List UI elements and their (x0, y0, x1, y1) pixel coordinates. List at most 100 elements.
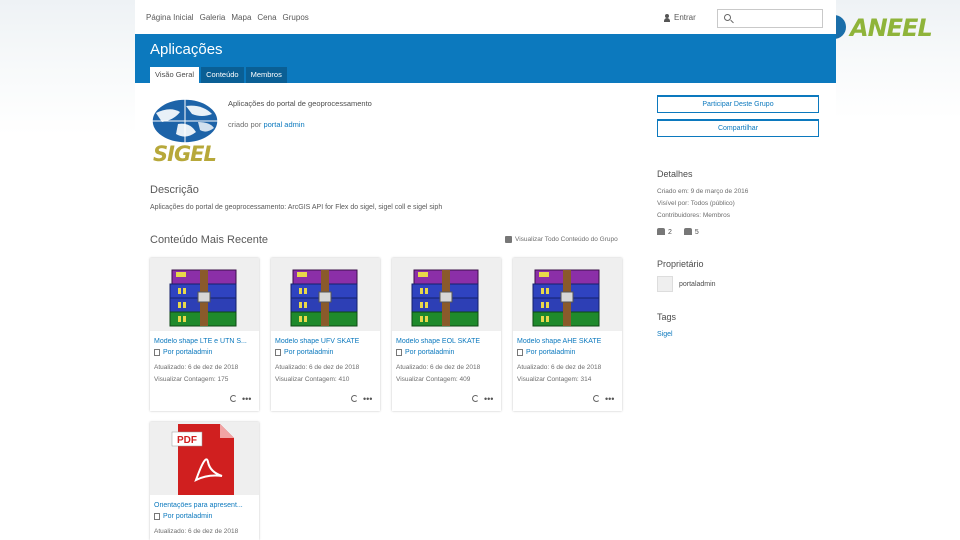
items-icon (683, 228, 692, 235)
card-actions: ••• (593, 394, 614, 403)
card-updated: Atualizado: 6 de dez de 2018 (275, 364, 360, 371)
top-navigation: Página Inicial Galeria Mapa Cena Grupos … (135, 8, 836, 30)
card-owner: Por portaladmin (517, 349, 575, 356)
members-count: 2 (657, 228, 672, 236)
group-title: Aplicações do portal de geoprocessamento (228, 99, 372, 108)
created-prefix: criado por (228, 120, 262, 129)
card-title[interactable]: Modelo shape EOL SKATE (396, 338, 498, 345)
card-actions: ••• (472, 394, 493, 403)
card-views: Visualizar Contagem: 410 (275, 376, 350, 383)
nav-link-home[interactable]: Página Inicial (146, 13, 194, 22)
contributors: Contribuidores: Membros (657, 212, 730, 219)
created-by: criado por portal admin (228, 120, 305, 129)
share-icon[interactable] (472, 395, 479, 402)
card-owner-label: Por portaladmin (163, 349, 213, 356)
card-title[interactable]: Modelo shape AHE SKATE (517, 338, 619, 345)
visibility: Visível por: Todos (público) (657, 200, 735, 207)
share-button[interactable]: Compartilhar (657, 119, 819, 137)
view-all-label: Visualizar Todo Conteúdo do Grupo (515, 236, 618, 243)
content-card[interactable]: PDF Orientações para apresent... Por por… (150, 422, 259, 540)
card-views: Visualizar Contagem: 175 (154, 376, 229, 383)
aneel-logo: ANEEL (822, 11, 946, 45)
card-thumbnail (513, 258, 622, 331)
aneel-logo-text: ANEEL (850, 14, 933, 42)
sigel-logo-text: SIGEL (153, 142, 217, 166)
card-owner-label: Por portaladmin (284, 349, 334, 356)
card-updated: Atualizado: 6 de dez de 2018 (154, 528, 239, 535)
share-icon[interactable] (593, 395, 600, 402)
card-thumbnail (271, 258, 380, 331)
group-tabs: Visão Geral Conteúdo Membros (150, 67, 287, 83)
card-thumbnail (392, 258, 501, 331)
group-banner: Aplicações Visão Geral Conteúdo Membros (135, 34, 836, 83)
content-card[interactable]: Modelo shape AHE SKATE Por portaladmin A… (513, 258, 622, 411)
card-updated: Atualizado: 6 de dez de 2018 (154, 364, 239, 371)
card-title[interactable]: Modelo shape LTE e UTN S... (154, 338, 256, 345)
card-thumbnail (150, 258, 259, 331)
more-options-icon[interactable]: ••• (242, 394, 251, 403)
more-options-icon[interactable]: ••• (363, 394, 372, 403)
nav-link-gallery[interactable]: Galeria (200, 13, 226, 22)
sign-in-label: Entrar (674, 13, 696, 22)
winrar-icon (290, 269, 358, 327)
card-views: Visualizar Contagem: 314 (517, 376, 592, 383)
winrar-icon (532, 269, 600, 327)
view-all-content-link[interactable]: Visualizar Todo Conteúdo do Grupo (505, 236, 618, 243)
recent-content-heading: Conteúdo Mais Recente (150, 234, 269, 246)
more-options-icon[interactable]: ••• (484, 394, 493, 403)
search-icon (724, 14, 731, 21)
card-thumbnail: PDF (150, 422, 259, 495)
nav-links: Página Inicial Galeria Mapa Cena Grupos (146, 13, 309, 22)
background-right (836, 0, 960, 540)
more-options-icon[interactable]: ••• (605, 394, 614, 403)
pdf-icon: PDF (171, 424, 234, 495)
file-icon (517, 349, 523, 356)
card-title[interactable]: Modelo shape UFV SKATE (275, 338, 377, 345)
user-icon (663, 13, 671, 22)
join-group-button[interactable]: Participar Deste Grupo (657, 95, 819, 113)
tags-heading: Tags (657, 312, 677, 322)
file-icon (396, 349, 402, 356)
winrar-icon (169, 269, 237, 327)
card-owner: Por portaladmin (275, 349, 333, 356)
card-owner-label: Por portaladmin (163, 513, 213, 520)
details-heading: Detalhes (657, 169, 693, 179)
tag-link[interactable]: Sigel (657, 331, 673, 338)
card-updated: Atualizado: 6 de dez de 2018 (517, 364, 602, 371)
items-count: 5 (683, 228, 699, 236)
tab-overview[interactable]: Visão Geral (150, 67, 200, 83)
nav-link-groups[interactable]: Grupos (283, 13, 309, 22)
file-icon (154, 513, 160, 520)
owner-heading: Proprietário (657, 259, 704, 269)
nav-link-map[interactable]: Mapa (231, 13, 251, 22)
tab-members[interactable]: Membros (245, 67, 287, 83)
card-owner-label: Por portaladmin (526, 349, 576, 356)
card-owner: Por portaladmin (154, 513, 212, 520)
owner-row[interactable]: portaladmin (657, 276, 716, 292)
file-icon (154, 349, 160, 356)
card-actions: ••• (351, 394, 372, 403)
members-icon (657, 228, 665, 235)
page-title: Aplicações (150, 41, 223, 58)
sign-in-link[interactable]: Entrar (663, 13, 696, 22)
description-text: Aplicações do portal de geoprocessamento… (150, 204, 443, 211)
share-icon[interactable] (351, 395, 358, 402)
content-card[interactable]: Modelo shape EOL SKATE Por portaladmin A… (392, 258, 501, 411)
search-input[interactable] (717, 9, 823, 28)
owner-name: portaladmin (679, 280, 716, 288)
content-card[interactable]: Modelo shape UFV SKATE Por portaladmin A… (271, 258, 380, 411)
nav-link-scene[interactable]: Cena (257, 13, 276, 22)
group-logo: SIGEL (150, 98, 220, 172)
card-owner: Por portaladmin (396, 349, 454, 356)
avatar (657, 276, 673, 292)
card-updated: Atualizado: 6 de dez de 2018 (396, 364, 481, 371)
creator-link[interactable]: portal admin (263, 120, 304, 129)
share-icon[interactable] (230, 395, 237, 402)
tab-content[interactable]: Conteúdo (201, 67, 244, 83)
card-title[interactable]: Orientações para apresent... (154, 502, 256, 509)
winrar-icon (411, 269, 479, 327)
content-card[interactable]: Modelo shape LTE e UTN S... Por portalad… (150, 258, 259, 411)
background-left (0, 0, 135, 540)
created-date: Criado em: 9 de março de 2016 (657, 188, 749, 195)
card-views: Visualizar Contagem: 409 (396, 376, 471, 383)
